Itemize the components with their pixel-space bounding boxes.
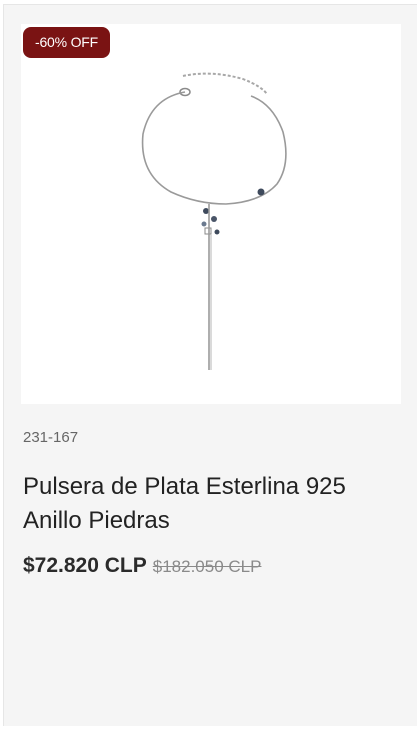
bracelet-image-icon <box>141 72 287 370</box>
price-row: $72.820 CLP $182.050 CLP <box>23 554 261 578</box>
original-price: $182.050 CLP <box>152 557 262 576</box>
product-image[interactable] <box>21 24 401 404</box>
discount-badge: -60% OFF <box>23 27 110 58</box>
current-price: $72.820 CLP <box>23 554 147 577</box>
product-card[interactable]: -60% OFF 231-167 Pulsera de Plata Esterl… <box>3 4 417 726</box>
product-sku: 231-167 <box>23 429 79 446</box>
product-title[interactable]: Pulsera de Plata Esterlina 925 Anillo Pi… <box>23 470 393 538</box>
